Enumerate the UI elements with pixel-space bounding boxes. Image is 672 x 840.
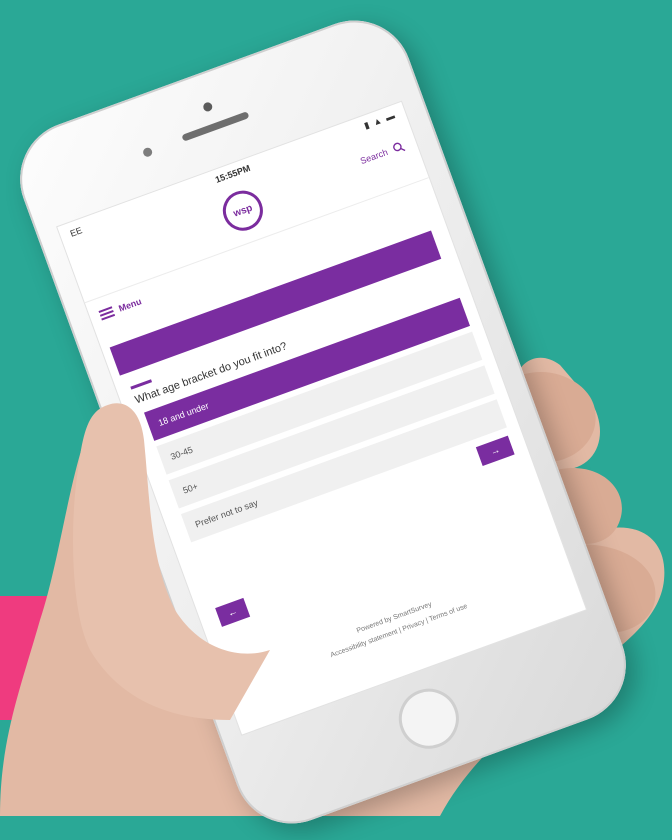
search-icon [393, 142, 406, 152]
answer-option-label: 30-45 [169, 444, 195, 462]
progress-indicator [130, 379, 153, 390]
answer-option-label: Prefer not to say [193, 497, 260, 530]
answer-option-label: 18 and under [156, 400, 211, 429]
next-button[interactable]: → [475, 435, 515, 467]
logo-text: wsp [231, 202, 254, 220]
back-button[interactable]: ← [215, 597, 251, 627]
answer-option-label: 50+ [181, 481, 200, 496]
hamburger-icon [98, 304, 116, 322]
menu-label: Menu [117, 296, 143, 314]
menu-button[interactable]: Menu [98, 294, 144, 322]
brand-logo[interactable]: wsp [217, 185, 269, 237]
search-button[interactable]: Search [359, 140, 407, 167]
search-label: Search [358, 146, 390, 167]
